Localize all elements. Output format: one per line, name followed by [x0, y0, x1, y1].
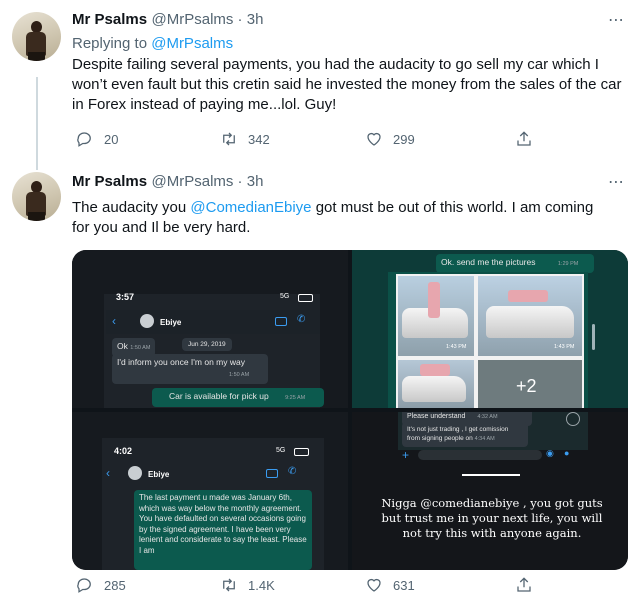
- tweet-text: Despite failing several payments, you ha…: [72, 56, 622, 113]
- mic-icon[interactable]: ●: [564, 448, 569, 458]
- chat-bubble: It's not just trading , I get comission …: [402, 422, 528, 447]
- chat-bubble: The last payment u made was January 6th,…: [134, 490, 312, 570]
- user-handle[interactable]: @MrPsalms · 3h: [152, 173, 264, 190]
- scroll-down-icon[interactable]: [566, 412, 580, 426]
- media-image-2[interactable]: Ok. send me the pictures 1:29 PM 1:43 PM…: [352, 250, 628, 408]
- thread-line: [36, 77, 38, 170]
- more-options-icon[interactable]: ⋯: [608, 10, 625, 30]
- media-grid: 3:57 5G ‹ Ebiye ✆ Ok 1:50 AM Jun 29, 201…: [72, 250, 628, 570]
- retweet-count: 342: [248, 131, 270, 147]
- display-name[interactable]: Mr Psalms: [72, 11, 147, 28]
- chat-bubble: Car is available for pick up 9:25 AM: [152, 388, 324, 407]
- media-image-3[interactable]: 4:02 5G ‹ Ebiye ✆ The last payment u mad…: [72, 412, 348, 570]
- avatar[interactable]: [12, 172, 61, 221]
- contact-avatar: [140, 314, 154, 328]
- phone-icon: ✆: [288, 466, 297, 477]
- car-photo: [396, 358, 476, 408]
- tweet-actions: 20 342 299: [76, 130, 533, 148]
- network-status: 5G: [276, 447, 286, 454]
- chat-bubble: Ok. send me the pictures 1:29 PM: [436, 254, 594, 273]
- share-button[interactable]: [515, 130, 533, 148]
- phone-icon: ✆: [297, 314, 306, 325]
- tweet-header: Mr Psalms @MrPsalms · 3h: [72, 11, 263, 29]
- back-arrow-icon: ‹: [106, 466, 110, 480]
- reply-button[interactable]: 20: [76, 130, 220, 148]
- video-call-icon: [275, 317, 287, 326]
- mention-link[interactable]: @ComedianEbiye: [190, 199, 311, 216]
- share-icon: [517, 131, 531, 146]
- reply-button[interactable]: 285: [76, 576, 220, 594]
- avatar[interactable]: [12, 12, 61, 61]
- reply-count: 20: [104, 131, 119, 147]
- media-image-1[interactable]: 3:57 5G ‹ Ebiye ✆ Ok 1:50 AM Jun 29, 201…: [72, 250, 348, 408]
- car-photo: 1:43 PM: [396, 274, 476, 358]
- more-options-icon[interactable]: ⋯: [608, 172, 625, 192]
- user-handle[interactable]: @MrPsalms · 3h: [152, 11, 264, 28]
- status-time: 3:57: [116, 292, 135, 302]
- like-count: 299: [393, 131, 415, 147]
- battery-icon: [294, 448, 309, 456]
- retweet-button[interactable]: 342: [220, 130, 365, 148]
- contact-name: Ebiye: [160, 318, 182, 327]
- media-image-4[interactable]: Please understand 4:32 AM It's not just …: [352, 412, 628, 570]
- reply-count: 285: [104, 577, 126, 593]
- display-name[interactable]: Mr Psalms: [72, 173, 147, 190]
- date-chip: Jun 29, 2019: [182, 338, 232, 351]
- network-status: 5G: [280, 293, 290, 300]
- like-button[interactable]: 299: [365, 130, 515, 148]
- tweet-header: Mr Psalms @MrPsalms · 3h: [72, 173, 263, 191]
- more-photos[interactable]: +2: [476, 358, 584, 408]
- story-caption: Nigga @comedianebiye , you got guts but …: [381, 496, 603, 540]
- status-time: 4:02: [114, 446, 133, 456]
- retweet-button[interactable]: 1.4K: [220, 576, 365, 594]
- retweet-icon: [223, 132, 235, 146]
- reply-icon: [77, 578, 91, 593]
- reply-icon: [77, 132, 91, 147]
- message-input[interactable]: [418, 450, 542, 460]
- contact-name: Ebiye: [148, 470, 170, 479]
- plus-icon[interactable]: +: [402, 448, 409, 462]
- heart-icon: [367, 578, 381, 592]
- divider: [462, 474, 520, 476]
- replying-to-handle[interactable]: @MrPsalms: [151, 35, 233, 52]
- scrollbar[interactable]: [592, 324, 595, 350]
- like-button[interactable]: 631: [365, 576, 515, 594]
- battery-icon: [298, 294, 313, 302]
- chat-bubble: I'd inform you once I'm on my way 1:50 AM: [112, 354, 268, 384]
- back-arrow-icon: ‹: [112, 314, 116, 328]
- heart-icon: [367, 132, 381, 146]
- contact-avatar: [128, 466, 142, 480]
- retweet-count: 1.4K: [248, 577, 275, 593]
- camera-icon[interactable]: ◉: [546, 448, 554, 459]
- video-call-icon: [266, 469, 278, 478]
- like-count: 631: [393, 577, 415, 593]
- retweet-icon: [223, 578, 235, 592]
- share-icon: [517, 577, 531, 592]
- tweet-text: The audacity you @ComedianEbiye got must…: [72, 199, 594, 236]
- share-button[interactable]: [515, 576, 533, 594]
- tweet-actions: 285 1.4K 631: [76, 576, 533, 594]
- replying-to: Replying to @MrPsalms: [72, 35, 234, 52]
- car-photo: 1:43 PM: [476, 274, 584, 358]
